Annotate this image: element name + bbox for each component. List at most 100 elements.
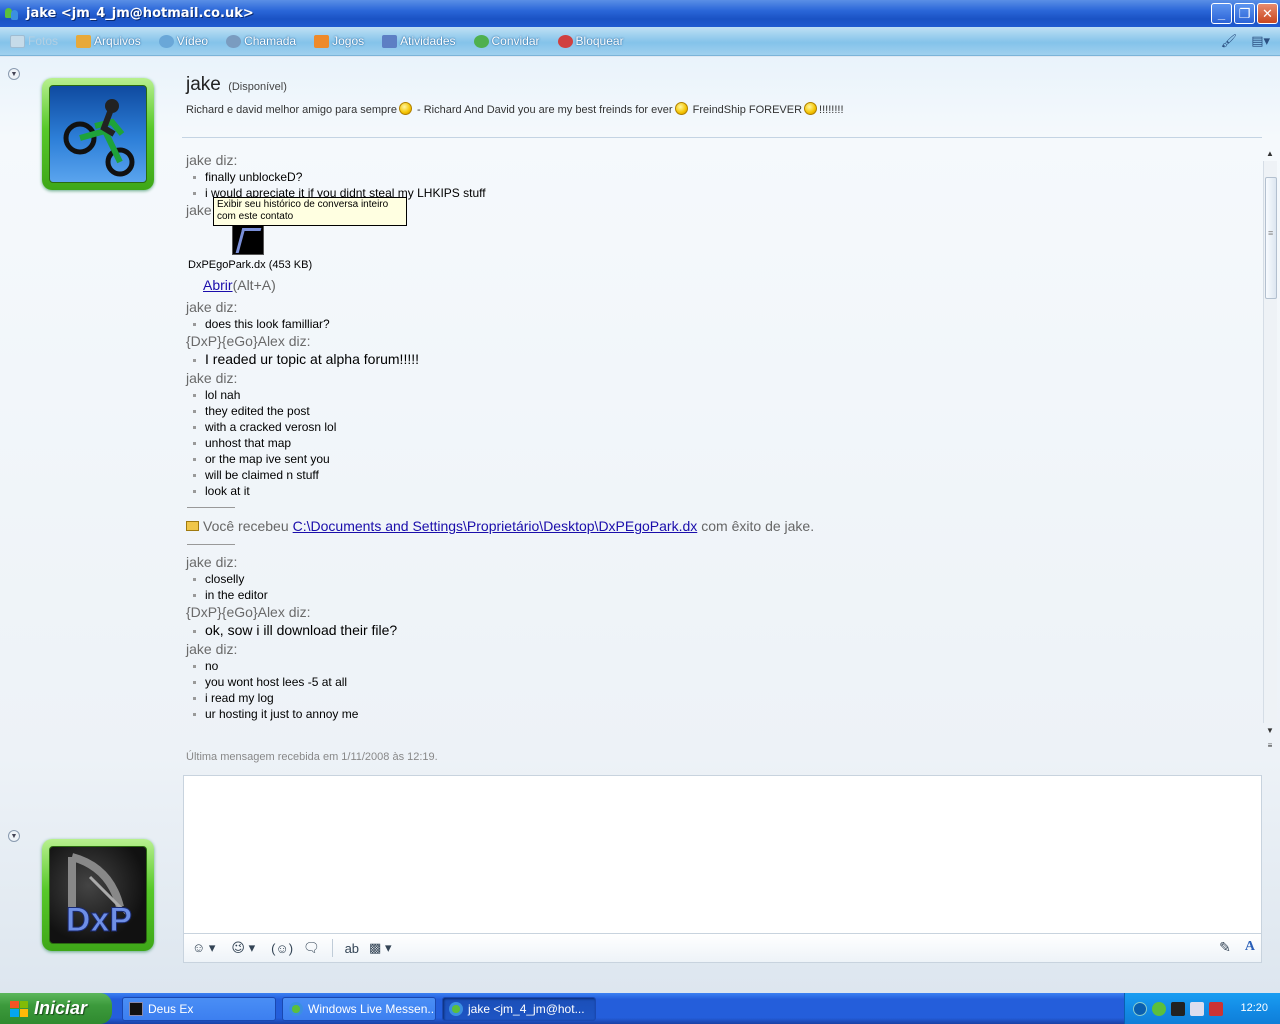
smiley-icon (398, 102, 412, 115)
handwriting-icon[interactable]: ✎ (1219, 939, 1231, 956)
personal-message-part3: FreindShip FOREVER (689, 104, 803, 116)
menu-icon[interactable]: ▤▾ (1251, 33, 1270, 49)
scroll-down-button[interactable]: ▼ (1263, 724, 1277, 736)
toolbar-video-button[interactable]: Vídeo (158, 34, 208, 48)
background-icon[interactable]: ▩ ▾ (369, 940, 391, 956)
toolbar-call-label: Chamada (244, 34, 297, 48)
file-received-notice: Você recebeu C:\Documents and Settings\P… (186, 516, 1246, 536)
open-file-shortcut: (Alt+A) (232, 277, 276, 293)
collapse-self-button[interactable]: ▼ (8, 830, 20, 842)
separator (187, 544, 235, 545)
sender-label: jake diz: (186, 554, 238, 570)
tray-expand-icon[interactable] (1133, 1001, 1147, 1016)
personal-message: Richard e david melhor amigo para sempre… (186, 102, 1256, 116)
toolbar-activities-button[interactable]: Atividades (382, 34, 456, 48)
received-file-path-link[interactable]: C:\Documents and Settings\Proprietário\D… (293, 516, 698, 536)
font-icon[interactable]: A (1245, 939, 1255, 956)
sender-label: jake diz: (186, 641, 238, 657)
collapse-contact-button[interactable]: ▼ (8, 68, 20, 80)
deus-ex-icon (129, 1001, 143, 1016)
last-message-info: Última mensagem recebida em 1/11/2008 às… (186, 751, 438, 763)
taskbar-item-messenger[interactable]: Windows Live Messen... (282, 996, 436, 1021)
toolbar-games-button[interactable]: Jogos (314, 34, 364, 48)
conversation-scrollbar[interactable]: ▲ ▼ ≡ (1263, 147, 1277, 752)
scroll-track[interactable] (1263, 161, 1277, 723)
toolbar-photos-button[interactable]: Fotos (10, 34, 58, 48)
activities-icon (382, 34, 398, 48)
history-tooltip: Exibir seu histórico de conversa inteiro… (213, 197, 407, 226)
photos-icon (10, 34, 25, 48)
message: no (186, 658, 1246, 674)
message-list: no you wont host lees -5 at all i read m… (186, 658, 1246, 722)
dx-file-icon[interactable] (232, 223, 264, 255)
toolbar-activities-label: Atividades (400, 34, 456, 48)
taskbar-item-jake-conversation[interactable]: jake <jm_4_jm@hot... (442, 996, 596, 1021)
toolbar-block-button[interactable]: Bloquear (557, 34, 624, 48)
taskbar-item-deus-ex[interactable]: Deus Ex (122, 996, 276, 1021)
message: i read my log (186, 690, 1246, 706)
tooltip-line2: com este contato (217, 211, 294, 222)
message: finally unblockeD? (186, 169, 1246, 185)
task-label: jake <jm_4_jm@hot... (468, 1001, 585, 1016)
file-transfer: DxPEgoPark.dx (453 KB) Abrir(Alt+A) (186, 219, 1246, 298)
toolbar-files-button[interactable]: Arquivos (76, 34, 141, 48)
close-button[interactable]: ✕ (1257, 3, 1278, 24)
toolbar-games-label: Jogos (332, 34, 365, 48)
my-avatar[interactable]: DxP (42, 839, 154, 951)
message: does this look familliar? (186, 316, 1246, 332)
start-button[interactable]: Iniciar (0, 993, 112, 1024)
message: look at it (186, 483, 1246, 499)
messenger-tray-icon[interactable] (1152, 1001, 1166, 1016)
contact-avatar[interactable] (42, 78, 154, 190)
task-label: Windows Live Messen... (308, 1001, 436, 1016)
toolbar-files-label: Arquivos (94, 34, 141, 48)
wink-icon[interactable]: 😉 ▾ (231, 940, 255, 956)
scroll-up-button[interactable]: ▲ (1263, 147, 1277, 159)
motorbike-picture (49, 85, 147, 183)
block-icon (557, 34, 573, 48)
taskbar: Iniciar Deus Ex Windows Live Messen... j… (0, 993, 1280, 1024)
games-icon (314, 34, 330, 48)
minimize-button[interactable]: _ (1211, 3, 1232, 24)
smiley-icon (804, 102, 818, 115)
toolbar-divider (331, 939, 333, 957)
deus-ex-tray-icon[interactable] (1171, 1001, 1185, 1016)
voice-clip-icon[interactable]: 🗨 (303, 940, 320, 956)
message: closelly (186, 571, 1246, 587)
messenger-icon (4, 6, 20, 22)
toolbar-invite-button[interactable]: Convidar (473, 34, 540, 48)
message: unhost that map (186, 435, 1246, 451)
smiley-icon (674, 102, 688, 115)
messenger-icon (289, 1001, 303, 1016)
message-list: closelly in the editor (186, 571, 1246, 603)
emoticon-icon[interactable]: ☺ ▾ (192, 940, 215, 956)
message-list: does this look familliar? (186, 316, 1246, 332)
open-file-link[interactable]: Abrir (203, 277, 233, 293)
window-controls: _ ❐ ✕ (1211, 3, 1278, 24)
toolbar-call-button[interactable]: Chamada (226, 34, 296, 48)
personal-message-part2: - Richard And David you are my best frei… (413, 104, 673, 116)
sender-label: {DxP}{eGo}Alex diz: (186, 604, 311, 620)
toolbar-invite-label: Convidar (491, 34, 540, 48)
toolbar: Fotos Arquivos Vídeo Chamada Jogos Ativi… (0, 27, 1280, 56)
maximize-button[interactable]: ❐ (1234, 3, 1255, 24)
conversation-window: ▼ jake (Disponível) Richard e david melh… (0, 57, 1280, 993)
network-icon[interactable] (1190, 1001, 1204, 1016)
nudge-icon[interactable]: (☺) (271, 941, 293, 956)
paint-brush-icon[interactable]: 🖌 (1221, 33, 1238, 49)
message-input[interactable] (183, 775, 1262, 933)
message: you wont host lees -5 at all (186, 674, 1246, 690)
spell-check-icon[interactable]: ab (345, 941, 359, 956)
scroll-thumb[interactable] (1265, 177, 1277, 299)
files-icon (76, 34, 92, 48)
scroll-expand-button[interactable]: ≡ (1263, 739, 1277, 751)
title-bar[interactable]: jake <jm_4_jm@hotmail.co.uk> _ ❐ ✕ (0, 0, 1280, 27)
svg-text:DxP: DxP (66, 901, 132, 939)
clock[interactable]: 12:20 (1240, 1002, 1268, 1014)
toolbar-photos-label: Fotos (28, 34, 59, 48)
task-label: Deus Ex (148, 1001, 194, 1016)
sender-label: jake diz: (186, 152, 238, 168)
antivirus-icon[interactable] (1209, 1001, 1223, 1016)
conversation-history[interactable]: jake diz: finally unblockeD? i would apr… (182, 147, 1262, 750)
sender-label: {DxP}{eGo}Alex diz: (186, 333, 311, 349)
